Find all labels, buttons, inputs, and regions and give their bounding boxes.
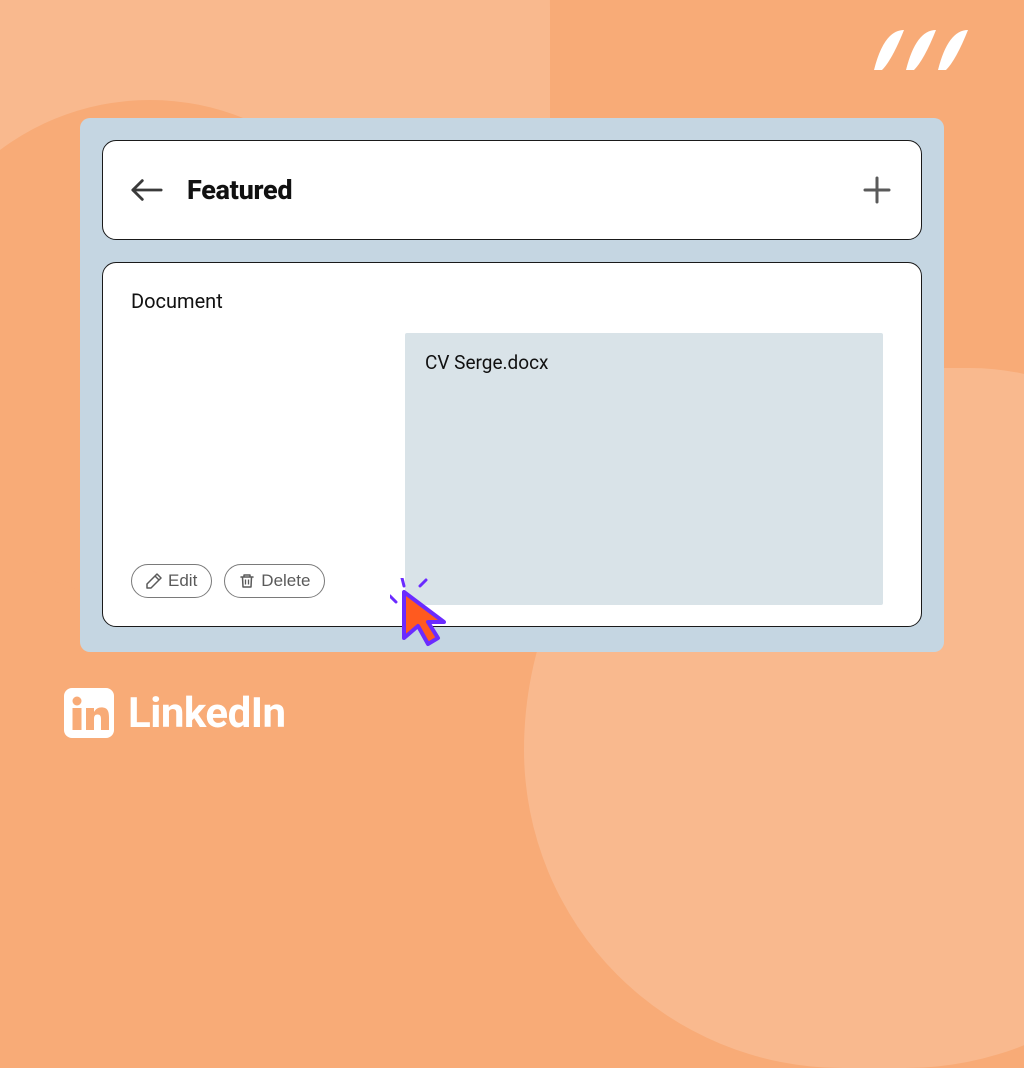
panel-header: Featured xyxy=(102,140,922,240)
document-filename: CV Serge.docx xyxy=(425,351,863,374)
pencil-icon xyxy=(146,573,162,589)
linkedin-logo-icon xyxy=(64,688,114,738)
top-logo-marks xyxy=(864,20,994,80)
trash-icon xyxy=(239,573,255,589)
panel-title: Featured xyxy=(187,174,292,206)
edit-button[interactable]: Edit xyxy=(131,564,212,598)
delete-button-label: Delete xyxy=(261,571,310,591)
linkedin-brand: LinkedIn xyxy=(64,688,286,738)
featured-panel: Featured Document CV Serge.docx Edi xyxy=(80,118,944,652)
action-row: Edit Delete xyxy=(131,564,325,598)
document-preview[interactable]: CV Serge.docx xyxy=(405,333,883,605)
add-button[interactable] xyxy=(861,174,893,206)
arrow-left-icon xyxy=(131,178,163,202)
plus-icon xyxy=(863,176,891,204)
back-button[interactable] xyxy=(131,174,163,206)
linkedin-brand-text: LinkedIn xyxy=(128,689,286,738)
edit-button-label: Edit xyxy=(168,571,197,591)
delete-button[interactable]: Delete xyxy=(224,564,325,598)
document-card: Document CV Serge.docx Edit xyxy=(102,262,922,627)
document-type-label: Document xyxy=(131,289,893,313)
